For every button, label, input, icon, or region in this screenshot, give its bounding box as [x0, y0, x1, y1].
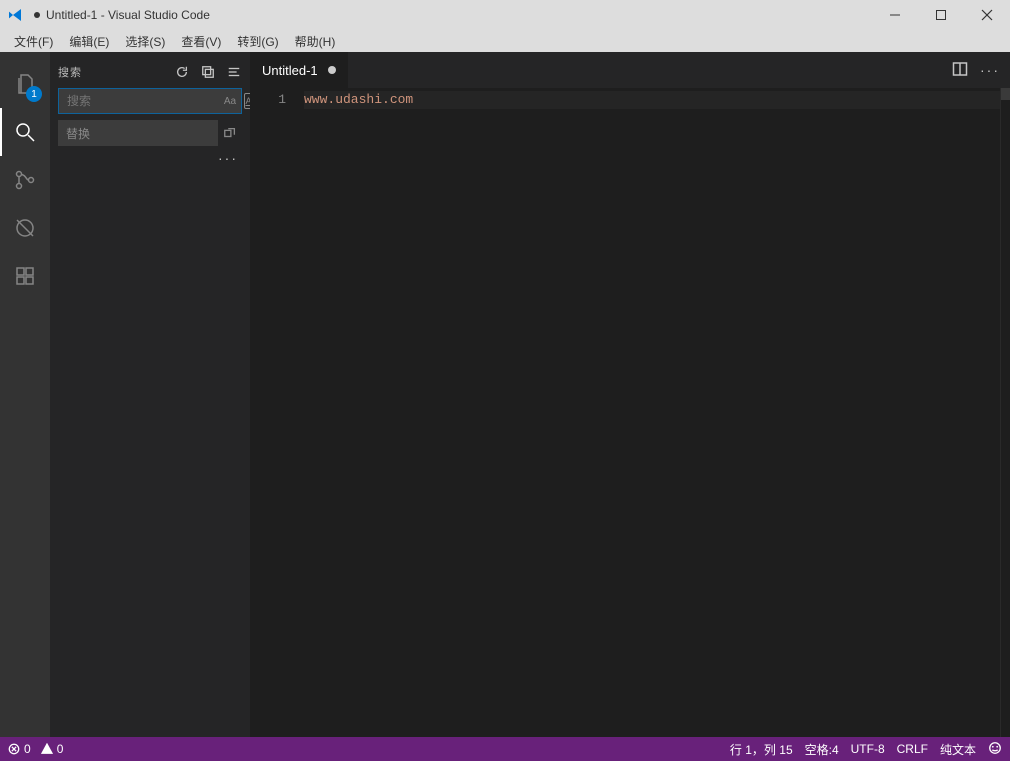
title-bar: Untitled-1 - Visual Studio Code [0, 0, 1010, 30]
activity-scm[interactable] [0, 156, 50, 204]
status-encoding[interactable]: UTF-8 [851, 742, 885, 756]
source-control-icon [13, 168, 37, 192]
window-title: Untitled-1 - Visual Studio Code [30, 8, 210, 22]
status-language[interactable]: 纯文本 [940, 741, 976, 758]
menu-help[interactable]: 帮助(H) [287, 30, 344, 52]
editor-gutter: 1 [250, 88, 304, 737]
maximize-button[interactable] [918, 0, 964, 30]
menu-edit[interactable]: 编辑(E) [61, 30, 117, 52]
status-warnings[interactable]: 0 [41, 742, 64, 756]
window-controls [872, 0, 1010, 30]
search-icon [13, 120, 37, 144]
search-panel: 搜索 Aa Abl .* 替换 ··· [50, 52, 250, 737]
replace-row: 替换 [58, 120, 242, 146]
replace-input[interactable]: 替换 [58, 120, 218, 146]
match-case-icon[interactable]: Aa [222, 93, 238, 109]
debug-icon [13, 216, 37, 240]
extensions-icon [13, 264, 37, 288]
status-cursor[interactable]: 行 1，列 15 [730, 741, 793, 758]
status-errors-count: 0 [24, 742, 31, 756]
editor-body[interactable]: 1 www.udashi.com [250, 88, 1010, 737]
split-editor-icon[interactable] [952, 61, 968, 80]
refresh-icon[interactable] [174, 64, 190, 80]
replace-all-button[interactable] [218, 120, 242, 146]
minimize-button[interactable] [872, 0, 918, 30]
search-input[interactable] [63, 94, 222, 108]
editor-code[interactable]: www.udashi.com [304, 88, 1000, 737]
menu-goto[interactable]: 转到(G) [229, 30, 286, 52]
activity-search[interactable] [0, 108, 50, 156]
menu-file[interactable]: 文件(F) [6, 30, 61, 52]
activity-bar: 1 [0, 52, 50, 737]
search-panel-header: 搜索 [58, 58, 242, 86]
explorer-badge: 1 [26, 86, 42, 102]
replace-placeholder: 替换 [66, 125, 90, 142]
dirty-indicator-icon [34, 12, 40, 18]
editor-more-actions-button[interactable]: ··· [980, 62, 1000, 78]
search-panel-title: 搜索 [58, 64, 174, 80]
collapse-results-icon[interactable] [200, 64, 216, 80]
editor-scrollbar[interactable] [1000, 88, 1010, 737]
scrollbar-thumb[interactable] [1001, 88, 1010, 100]
status-eol[interactable]: CRLF [897, 742, 928, 756]
window-title-text: Untitled-1 - Visual Studio Code [46, 8, 210, 22]
activity-extensions[interactable] [0, 252, 50, 300]
clear-results-icon[interactable] [226, 64, 242, 80]
menu-view[interactable]: 查看(V) [173, 30, 229, 52]
status-errors[interactable]: 0 [8, 742, 31, 756]
code-line: www.udashi.com [304, 92, 1000, 107]
editor-tab[interactable]: Untitled-1 [250, 52, 349, 88]
status-bar: 0 0 行 1，列 15 空格:4 UTF-8 CRLF 纯文本 [0, 737, 1010, 761]
main-area: 1 搜索 [0, 52, 1010, 737]
status-warnings-count: 0 [57, 742, 64, 756]
feedback-icon[interactable] [988, 741, 1002, 758]
line-number: 1 [250, 92, 286, 107]
close-window-button[interactable] [964, 0, 1010, 30]
search-input-row: Aa Abl .* [58, 88, 242, 114]
vscode-app-icon [0, 7, 30, 23]
activity-explorer[interactable]: 1 [0, 60, 50, 108]
toggle-search-details-button[interactable]: ··· [58, 146, 242, 166]
editor-tab-label: Untitled-1 [262, 63, 318, 78]
status-indent[interactable]: 空格:4 [805, 741, 839, 758]
editor-tabs: Untitled-1 ··· [250, 52, 1010, 88]
menu-bar: 文件(F) 编辑(E) 选择(S) 查看(V) 转到(G) 帮助(H) [0, 30, 1010, 52]
editor-tab-dirty-icon [328, 66, 336, 74]
activity-debug[interactable] [0, 204, 50, 252]
editor-area: Untitled-1 ··· 1 www.udashi.com [250, 52, 1010, 737]
menu-select[interactable]: 选择(S) [117, 30, 173, 52]
